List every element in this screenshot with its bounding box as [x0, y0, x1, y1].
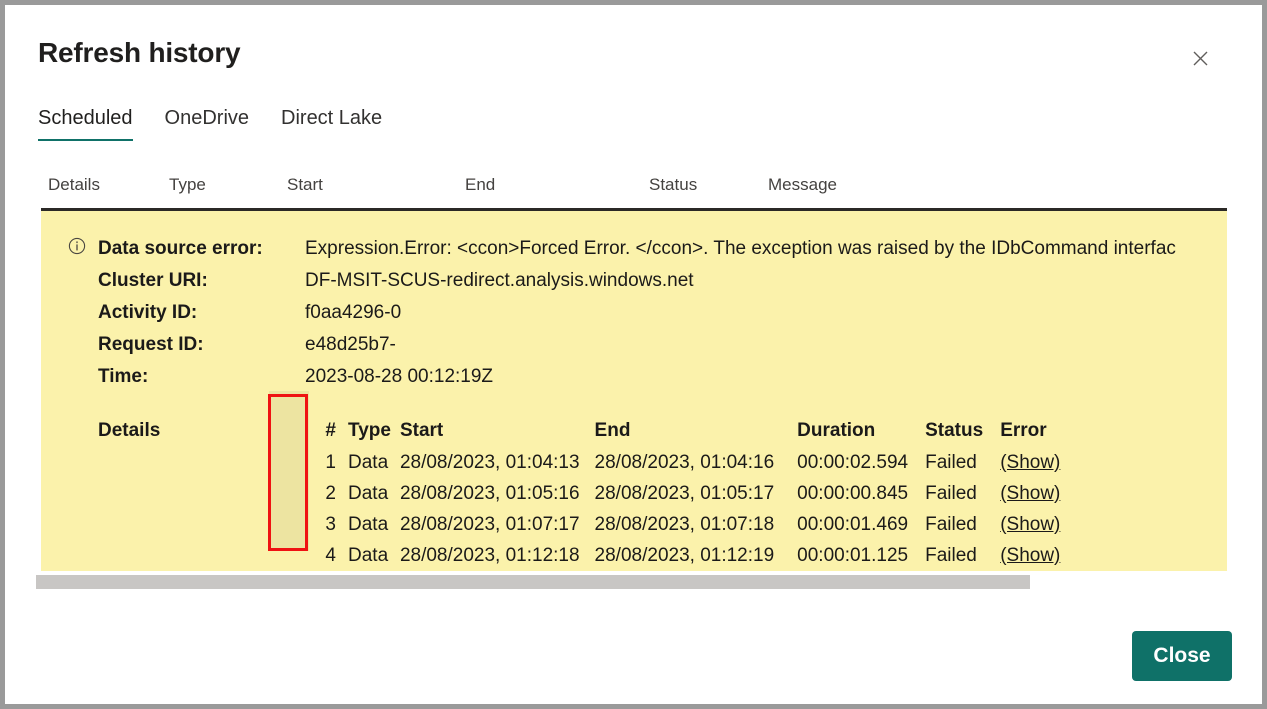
col-header-end: End [594, 420, 631, 441]
cell-status: Failed [925, 514, 977, 535]
cell-type: Data [348, 545, 389, 566]
error-details-panel: Data source error: Expression.Error: <cc… [41, 211, 1227, 571]
col-header-number: # [325, 420, 336, 441]
show-error-link[interactable]: (Show) [1000, 514, 1060, 535]
close-button[interactable]: Close [1132, 631, 1232, 681]
field-label: Data source error: [98, 238, 263, 259]
cell-type: Data [348, 452, 389, 473]
field-value: DF-MSIT-SCUS-redirect.analysis.windows.n… [305, 270, 694, 291]
table-row: 4 Data 28/08/2023, 01:12:18 28/08/2023, … [305, 540, 1069, 571]
cell-number: 3 [325, 514, 336, 535]
cell-end: 28/08/2023, 01:12:19 [594, 545, 775, 566]
col-header-status: Status [925, 420, 984, 441]
table-row: 3 Data 28/08/2023, 01:07:17 28/08/2023, … [305, 509, 1069, 540]
field-value: f0aa4296-0 [305, 302, 402, 323]
error-field-request-id: Request ID: e48d25b7- [98, 329, 1227, 361]
cell-end: 28/08/2023, 01:04:16 [594, 452, 775, 473]
table-row: 2 Data 28/08/2023, 01:05:16 28/08/2023, … [305, 478, 1069, 509]
error-field-cluster-uri: Cluster URI: DF-MSIT-SCUS-redirect.analy… [98, 265, 1227, 297]
tab-bar: Scheduled OneDrive Direct Lake [38, 105, 414, 141]
field-label: Cluster URI: [98, 270, 208, 291]
error-field-list: Data source error: Expression.Error: <cc… [98, 233, 1227, 566]
cell-number: 4 [325, 545, 336, 566]
info-icon [68, 237, 86, 255]
cell-duration: 00:00:00.845 [797, 483, 909, 504]
cell-start: 28/08/2023, 01:05:16 [399, 483, 580, 504]
field-value: e48d25b7- [305, 334, 396, 355]
close-icon [1193, 51, 1208, 66]
field-value: 2023-08-28 00:12:19Z [305, 366, 494, 387]
col-header-start: Start [399, 420, 444, 441]
panel-horizontal-scrollbar-thumb[interactable] [36, 575, 1030, 589]
field-label: Time: [98, 366, 149, 387]
tab-direct-lake[interactable]: Direct Lake [281, 105, 382, 141]
cell-duration: 00:00:01.469 [797, 514, 909, 535]
table-row: 1 Data 28/08/2023, 01:04:13 28/08/2023, … [305, 447, 1069, 478]
refresh-table-column-headers: Details Type Start End Status Message [41, 175, 1226, 201]
column-header-message: Message [768, 175, 837, 194]
number-column-shade [269, 391, 309, 551]
tab-onedrive[interactable]: OneDrive [165, 105, 249, 141]
cell-end: 28/08/2023, 01:05:17 [594, 483, 775, 504]
cell-duration: 00:00:02.594 [797, 452, 909, 473]
cell-status: Failed [925, 545, 977, 566]
close-icon-button[interactable] [1184, 42, 1216, 74]
cell-type: Data [348, 483, 389, 504]
col-header-type: Type [348, 420, 391, 441]
error-attempts-table: # Type Start End Duration Status Error 1 [305, 415, 1069, 571]
cell-start: 28/08/2023, 01:12:18 [399, 545, 580, 566]
cell-end: 28/08/2023, 01:07:18 [594, 514, 775, 535]
show-error-link[interactable]: (Show) [1000, 545, 1060, 566]
cell-duration: 00:00:01.125 [797, 545, 909, 566]
table-header-row: # Type Start End Duration Status Error [305, 415, 1069, 447]
show-error-link[interactable]: (Show) [1000, 452, 1060, 473]
cell-status: Failed [925, 483, 977, 504]
cell-start: 28/08/2023, 01:07:17 [399, 514, 580, 535]
field-label: Request ID: [98, 334, 204, 355]
column-header-start: Start [287, 175, 323, 194]
error-field-data-source-error: Data source error: Expression.Error: <cc… [98, 233, 1227, 265]
cell-number: 2 [325, 483, 336, 504]
refresh-history-dialog: Refresh history Scheduled OneDrive Direc… [5, 5, 1262, 704]
error-field-time: Time: 2023-08-28 00:12:19Z [98, 361, 1227, 393]
col-header-error: Error [1000, 420, 1047, 441]
details-section-label: Details [98, 420, 161, 441]
column-header-details: Details [48, 175, 100, 194]
field-value: Expression.Error: <ccon>Forced Error. </… [305, 238, 1176, 259]
error-field-activity-id: Activity ID: f0aa4296-0 [98, 297, 1227, 329]
tab-scheduled[interactable]: Scheduled [38, 105, 133, 141]
column-header-end: End [465, 175, 496, 194]
cell-number: 1 [325, 452, 336, 473]
col-header-duration: Duration [797, 420, 876, 441]
field-label: Activity ID: [98, 302, 198, 323]
show-error-link[interactable]: (Show) [1000, 483, 1060, 504]
cell-status: Failed [925, 452, 977, 473]
window-frame: Refresh history Scheduled OneDrive Direc… [0, 0, 1267, 709]
cell-start: 28/08/2023, 01:04:13 [399, 452, 580, 473]
column-header-type: Type [169, 175, 206, 194]
page-title: Refresh history [38, 37, 241, 68]
column-header-status: Status [649, 175, 698, 194]
cell-type: Data [348, 514, 389, 535]
